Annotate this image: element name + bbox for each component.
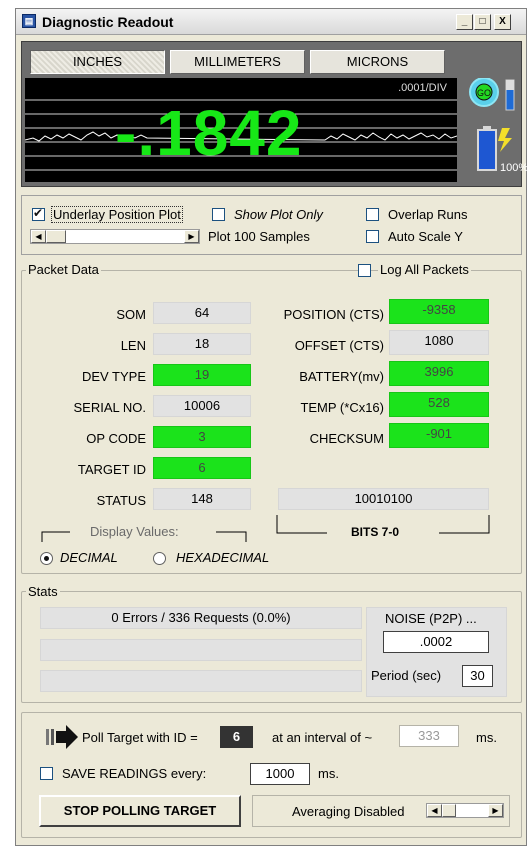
averaging-right-arrow[interactable]: ▶ xyxy=(488,804,503,817)
noise-value: .0002 xyxy=(383,631,489,653)
samples-label: Plot 100 Samples xyxy=(208,229,310,244)
len-value: 18 xyxy=(153,333,251,355)
save-interval-unit: ms. xyxy=(318,766,339,781)
hexadecimal-radio[interactable] xyxy=(153,552,166,565)
scale-label: .0001/DIV xyxy=(398,82,447,94)
auto-scale-checkbox[interactable] xyxy=(366,230,379,243)
bits-value: 10010100 xyxy=(278,488,489,510)
averaging-scrollbar[interactable]: ◀ ▶ xyxy=(426,803,504,818)
battery-percent: 100% xyxy=(500,162,529,174)
window-title: Diagnostic Readout xyxy=(42,14,174,30)
interval-input[interactable]: 333 xyxy=(399,725,459,747)
scroll-thumb[interactable] xyxy=(46,230,66,243)
decimal-radio[interactable] xyxy=(40,552,53,565)
hexadecimal-label[interactable]: HEXADECIMAL xyxy=(176,550,269,565)
averaging-left-arrow[interactable]: ◀ xyxy=(427,804,442,817)
checksum-label: CHECKSUM xyxy=(309,431,384,446)
plot-controls: Underlay Position Plot Show Plot Only Ov… xyxy=(21,195,522,255)
maximize-button[interactable]: □ xyxy=(474,14,491,30)
battery-mv-label: BATTERY(mv) xyxy=(299,369,384,384)
save-interval-input[interactable]: 1000 xyxy=(250,763,310,785)
save-readings-checkbox[interactable] xyxy=(40,767,53,780)
position-cts-label: POSITION (CTS) xyxy=(283,307,384,322)
app-icon: ▤ xyxy=(22,14,36,28)
scroll-right-arrow[interactable]: ▶ xyxy=(184,230,199,243)
packet-data-title: Packet Data xyxy=(26,262,101,277)
temp-label: TEMP (*Cx16) xyxy=(300,400,384,415)
readout-screen: .0001/DIV -.1842 xyxy=(25,78,457,182)
op-code-value: 3 xyxy=(153,426,251,448)
inches-button[interactable]: INCHES xyxy=(30,50,165,74)
show-plot-only-checkbox[interactable] xyxy=(212,208,225,221)
display-panel: INCHES MILLIMETERS MICRONS .0001/DIV -.1… xyxy=(21,41,528,187)
checksum-value: -901 xyxy=(389,423,489,448)
display-values-label: Display Values: xyxy=(90,524,179,539)
save-readings-label[interactable]: SAVE READINGS every: xyxy=(62,766,206,781)
op-code-label: OP CODE xyxy=(86,431,146,446)
log-all-packets-label[interactable]: Log All Packets xyxy=(378,262,471,277)
close-button[interactable]: X xyxy=(494,14,511,30)
som-label: SOM xyxy=(116,307,146,322)
status-value: 148 xyxy=(153,488,251,510)
interval-unit: ms. xyxy=(476,730,497,745)
serial-no-value: 10006 xyxy=(153,395,251,417)
title-bar[interactable]: ▤ Diagnostic Readout _ □ X xyxy=(16,9,526,35)
decimal-label[interactable]: DECIMAL xyxy=(60,550,118,565)
period-label: Period (sec) xyxy=(371,668,442,683)
diagnostic-window: ▤ Diagnostic Readout _ □ X INCHES MILLIM… xyxy=(15,8,528,846)
offset-cts-value: 1080 xyxy=(389,330,489,355)
noise-label: NOISE (P2P) ... xyxy=(385,611,477,626)
underlay-plot-label[interactable]: Underlay Position Plot xyxy=(51,206,183,223)
som-value: 64 xyxy=(153,302,251,324)
overlap-runs-checkbox[interactable] xyxy=(366,208,379,221)
poll-target-id[interactable]: 6 xyxy=(220,726,253,748)
bits-label: BITS 7-0 xyxy=(351,525,400,539)
position-readout: -.1842 xyxy=(115,97,303,169)
stats-row-2 xyxy=(40,639,362,661)
show-plot-only-label[interactable]: Show Plot Only xyxy=(234,207,323,222)
target-id-label: TARGET ID xyxy=(77,462,146,477)
dev-type-label: DEV TYPE xyxy=(81,369,146,384)
underlay-plot-checkbox[interactable] xyxy=(32,206,45,221)
overlap-runs-label[interactable]: Overlap Runs xyxy=(388,207,467,222)
microns-button[interactable]: MICRONS xyxy=(310,50,445,74)
auto-scale-label[interactable]: Auto Scale Y xyxy=(388,229,463,244)
log-all-packets-checkbox[interactable] xyxy=(358,264,371,277)
scroll-left-arrow[interactable]: ◀ xyxy=(31,230,46,243)
stats-row-3 xyxy=(40,670,362,692)
poll-target-label: Poll Target with ID = xyxy=(82,730,198,745)
stats-title: Stats xyxy=(26,584,60,599)
interval-label: at an interval of ~ xyxy=(272,730,373,745)
stats-summary: 0 Errors / 336 Requests (0.0%) xyxy=(40,607,362,629)
minimize-button[interactable]: _ xyxy=(456,14,473,30)
averaging-label: Averaging Disabled xyxy=(292,804,405,819)
arrow-icon xyxy=(46,725,78,749)
stop-polling-button[interactable]: STOP POLLING TARGET xyxy=(39,795,241,827)
svg-text:GO: GO xyxy=(477,88,491,98)
serial-no-label: SERIAL NO. xyxy=(73,400,146,415)
charging-icon xyxy=(498,128,512,152)
averaging-thumb[interactable] xyxy=(442,804,456,817)
dev-type-value: 19 xyxy=(153,364,251,386)
battery-icon xyxy=(477,129,497,171)
target-id-value: 6 xyxy=(153,457,251,479)
battery-mv-value: 3996 xyxy=(389,361,489,386)
millimeters-button[interactable]: MILLIMETERS xyxy=(170,50,305,74)
position-cts-value: -9358 xyxy=(389,299,489,324)
temp-value: 528 xyxy=(389,392,489,417)
len-label: LEN xyxy=(120,338,146,353)
offset-cts-label: OFFSET (CTS) xyxy=(294,338,384,353)
status-label: STATUS xyxy=(96,493,146,508)
samples-scrollbar[interactable]: ◀ ▶ xyxy=(30,229,200,244)
period-input[interactable]: 30 xyxy=(462,665,493,687)
